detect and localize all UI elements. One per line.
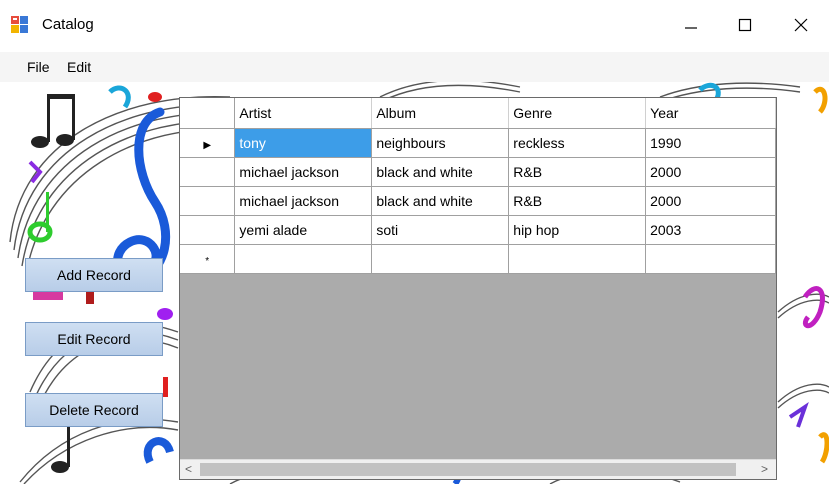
cell-genre[interactable]: hip hop (508, 215, 647, 245)
maximize-button[interactable] (722, 8, 768, 42)
close-button[interactable] (778, 8, 824, 42)
cell-year[interactable]: 2003 (645, 215, 776, 245)
cell-genre[interactable] (508, 244, 647, 274)
cell-genre[interactable]: R&B (508, 186, 647, 216)
cell-artist[interactable]: tony (234, 128, 373, 158)
table-row[interactable]: yemi alade soti hip hop 2003 (180, 215, 776, 245)
menu-file[interactable]: File (27, 59, 50, 75)
scrollbar-thumb[interactable] (200, 463, 736, 476)
header-row: Artist Album Genre Year (180, 98, 776, 129)
cell-year[interactable]: 2000 (645, 157, 776, 187)
minimize-icon (685, 27, 697, 29)
new-record-row[interactable]: * (180, 244, 776, 274)
delete-record-button[interactable]: Delete Record (25, 393, 163, 427)
cell-album[interactable]: black and white (371, 157, 510, 187)
new-row-marker: * (205, 255, 210, 267)
cell-genre[interactable]: R&B (508, 157, 647, 187)
row-pointer-icon: ▶ (203, 139, 212, 151)
column-header-genre[interactable]: Genre (508, 98, 647, 129)
records-grid[interactable]: Artist Album Genre Year ▶ tony neighbour… (179, 97, 777, 480)
minimize-button[interactable] (668, 8, 714, 42)
catalog-window: Catalog File Edit Add Record Edit Record… (0, 0, 829, 484)
cell-artist[interactable]: yemi alade (234, 215, 373, 245)
cell-album[interactable]: soti (371, 215, 510, 245)
cell-artist[interactable]: michael jackson (234, 157, 373, 187)
records-table: Artist Album Genre Year ▶ tony neighbour… (180, 98, 776, 274)
cell-year[interactable] (645, 244, 776, 274)
cell-year[interactable]: 2000 (645, 186, 776, 216)
window-title: Catalog (42, 16, 94, 33)
scroll-left-icon[interactable]: < (185, 462, 192, 476)
corner-header[interactable] (180, 98, 236, 129)
cell-genre[interactable]: reckless (508, 128, 647, 158)
scroll-right-icon[interactable]: > (761, 462, 768, 476)
table-row[interactable]: michael jackson black and white R&B 2000 (180, 157, 776, 187)
cell-artist[interactable] (234, 244, 373, 274)
cell-artist[interactable]: michael jackson (234, 186, 373, 216)
horizontal-scrollbar[interactable]: < > (180, 459, 776, 479)
cell-album[interactable]: neighbours (371, 128, 510, 158)
menu-bar: File Edit (0, 52, 829, 82)
cell-year[interactable]: 1990 (645, 128, 776, 158)
row-header[interactable] (180, 157, 236, 187)
edit-record-button[interactable]: Edit Record (25, 322, 163, 356)
close-icon (794, 18, 808, 32)
row-header[interactable]: * (180, 244, 236, 274)
column-header-artist[interactable]: Artist (234, 98, 373, 129)
app-icon (11, 16, 28, 33)
column-header-year[interactable]: Year (645, 98, 776, 129)
table-row[interactable]: ▶ tony neighbours reckless 1990 (180, 128, 776, 158)
add-record-button[interactable]: Add Record (25, 258, 163, 292)
maximize-icon (738, 18, 752, 32)
column-header-album[interactable]: Album (371, 98, 510, 129)
menu-edit[interactable]: Edit (67, 59, 91, 75)
row-header[interactable] (180, 215, 236, 245)
title-bar[interactable]: Catalog (0, 0, 829, 52)
cell-album[interactable] (371, 244, 510, 274)
client-area: Add Record Edit Record Delete Record Art… (0, 82, 829, 484)
row-header[interactable]: ▶ (180, 128, 236, 158)
table-row[interactable]: michael jackson black and white R&B 2000 (180, 186, 776, 216)
cell-album[interactable]: black and white (371, 186, 510, 216)
row-header[interactable] (180, 186, 236, 216)
